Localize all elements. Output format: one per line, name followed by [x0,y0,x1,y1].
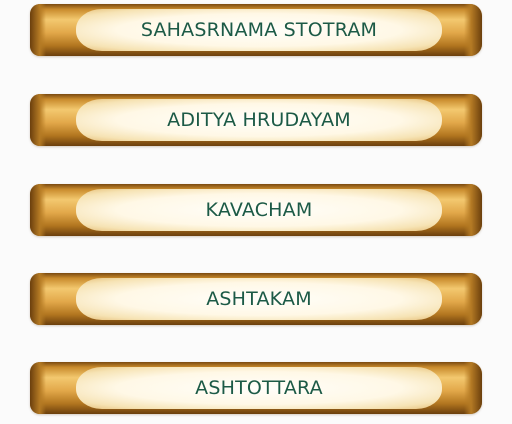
scroll-roll-right [464,273,482,325]
scroll-roll-right [464,94,482,146]
button-label: KAVACHAM [205,199,313,221]
scroll-roll-left [30,273,46,325]
parchment-panel: SAHASRNAMA STOTRAM [76,9,442,51]
parchment-panel: ADITYA HRUDAYAM [76,99,442,141]
scroll-roll-left [30,184,46,236]
ashtottara-button[interactable]: ASHTOTTARA [30,362,482,414]
button-label: SAHASRNAMA STOTRAM [140,19,378,41]
button-label: ASHTAKAM [206,288,312,310]
parchment-panel: KAVACHAM [76,189,442,231]
stotra-menu: SAHASRNAMA STOTRAM ADITYA HRUDAYAM KAVAC… [0,0,512,424]
aditya-hrudayam-button[interactable]: ADITYA HRUDAYAM [30,94,482,146]
scroll-roll-left [30,94,46,146]
kavacham-button[interactable]: KAVACHAM [30,184,482,236]
scroll-roll-left [30,4,46,56]
button-label: ADITYA HRUDAYAM [167,109,351,131]
button-label: ASHTOTTARA [195,377,323,399]
scroll-roll-right [464,184,482,236]
parchment-panel: ASHTAKAM [76,278,442,320]
scroll-roll-right [464,4,482,56]
ashtakam-button[interactable]: ASHTAKAM [30,273,482,325]
sahasrnama-stotram-button[interactable]: SAHASRNAMA STOTRAM [30,4,482,56]
parchment-panel: ASHTOTTARA [76,367,442,409]
scroll-roll-right [464,362,482,414]
scroll-roll-left [30,362,46,414]
